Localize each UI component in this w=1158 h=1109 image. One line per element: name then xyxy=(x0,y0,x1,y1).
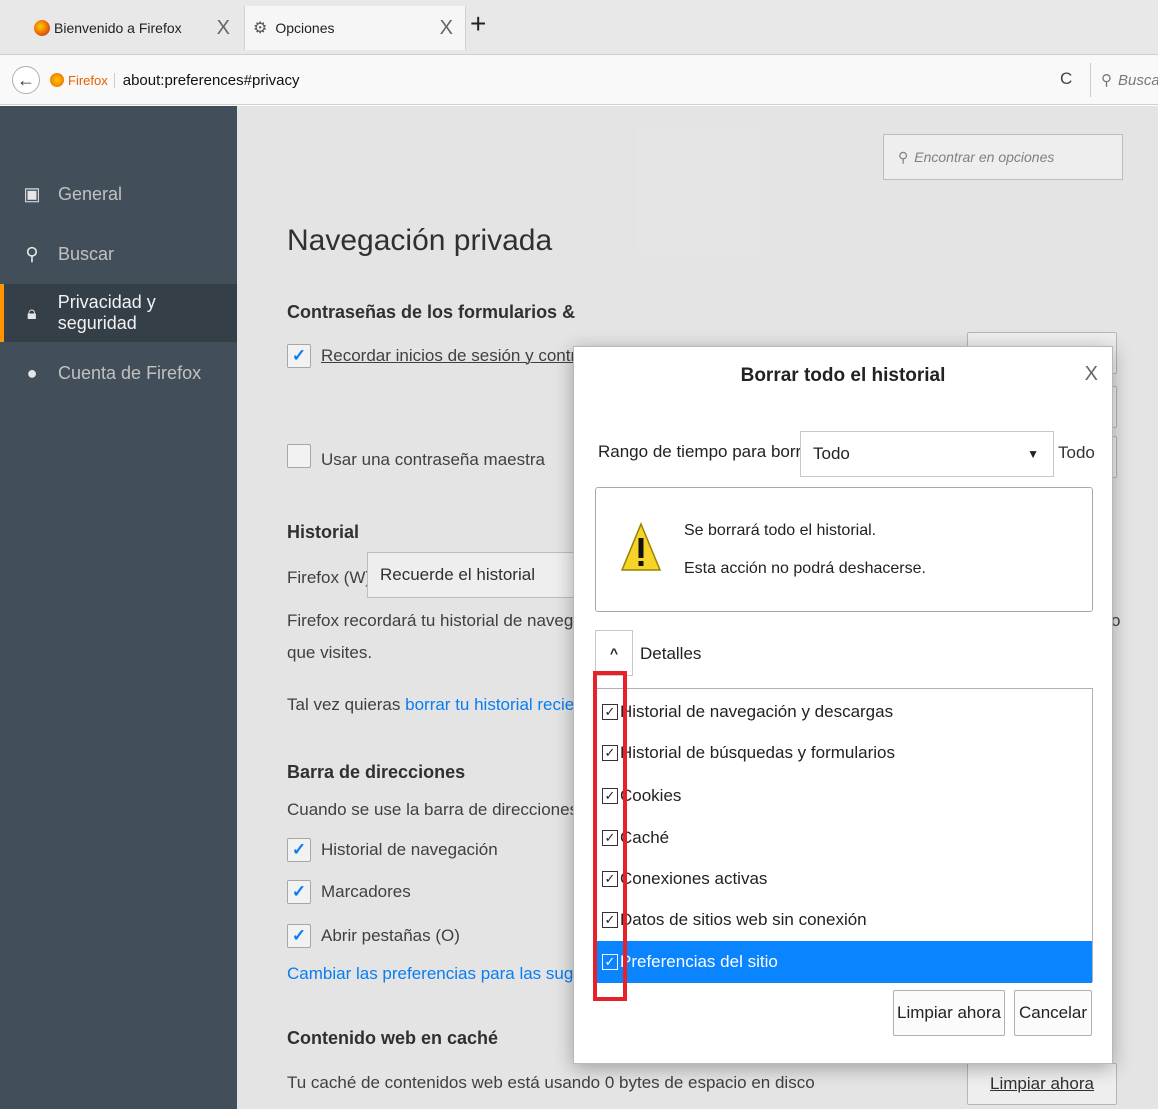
nav-bar: ← Firefox about:preferences#privacy C ⚲ … xyxy=(0,55,1158,105)
tab-bar: Bienvenido a Firefox X ⚙ Opciones X + xyxy=(0,0,1158,55)
list-item-label: Historial de navegación y descargas xyxy=(620,702,894,721)
time-range-select[interactable]: Todo ▼ xyxy=(800,431,1054,477)
clear-now-button[interactable]: Limpiar ahora xyxy=(893,990,1005,1036)
url-bar[interactable]: Firefox about:preferences#privacy xyxy=(50,63,1090,97)
identity-label: Firefox xyxy=(68,72,115,88)
list-item-label: Preferencias del sitio xyxy=(620,952,778,971)
gear-icon: ⚙ xyxy=(253,20,268,37)
list-item-offline-data[interactable]: ✓ Datos de sitios web sin conexión xyxy=(596,899,1092,941)
new-tab-button[interactable]: + xyxy=(470,10,486,38)
time-range-value: Todo xyxy=(813,444,850,463)
list-item-active-connections[interactable]: ✓ Conexiones activas xyxy=(596,858,1092,900)
search-input[interactable]: ⚲ Busca xyxy=(1090,63,1158,97)
dialog-title: Borrar todo el historial xyxy=(740,365,946,386)
search-placeholder: Busca xyxy=(1118,71,1158,89)
tab-welcome-label: Bienvenido a Firefox xyxy=(54,20,182,36)
sidebar: ▣ General ⚲ Buscar 🔒︎ Privacidad y segur… xyxy=(0,106,237,1109)
close-icon[interactable]: X xyxy=(1085,363,1098,386)
list-item-label: Datos de sitios web sin conexión xyxy=(620,910,867,929)
sidebar-item-label: Cuenta de Firefox xyxy=(58,362,202,383)
search-icon: ⚲ xyxy=(1101,72,1112,89)
tab-welcome[interactable]: Bienvenido a Firefox X xyxy=(32,8,242,48)
sidebar-item-label: Buscar xyxy=(58,243,115,264)
warning-line-2: Esta acción no podrá deshacerse. xyxy=(684,560,926,577)
back-button[interactable]: ← xyxy=(12,66,40,94)
list-item-label: Historial de búsquedas y formularios xyxy=(620,743,895,762)
chevron-up-icon: ^ xyxy=(609,645,619,661)
sidebar-item-general[interactable]: ▣ General xyxy=(0,165,237,223)
clear-items-list: ✓ Historial de navegación y descargas ✓ … xyxy=(595,688,1093,983)
close-tab-icon[interactable]: X xyxy=(440,17,453,40)
sidebar-item-label: Privacidad y seguridad xyxy=(57,292,156,333)
warning-box: Se borrará todo el historial. Esta acció… xyxy=(595,487,1093,612)
tab-options[interactable]: ⚙ Opciones X xyxy=(244,6,466,50)
sidebar-item-account[interactable]: ● Cuenta de Firefox xyxy=(0,344,237,402)
list-item-label: Cookies xyxy=(620,786,682,805)
checkbox-highlight-annotation xyxy=(593,671,627,1001)
cancel-button[interactable]: Cancelar xyxy=(1014,990,1092,1036)
firefox-logo-icon xyxy=(34,20,50,36)
account-icon: ● xyxy=(26,362,38,383)
list-item-cache[interactable]: ✓ Caché xyxy=(596,817,1092,859)
clear-history-dialog: Borrar todo el historial X Rango de tiem… xyxy=(573,346,1113,1064)
list-item-cookies[interactable]: ✓ Cookies xyxy=(596,775,1092,817)
list-item-browsing-history[interactable]: ✓ Historial de navegación y descargas xyxy=(596,691,1092,733)
warning-icon xyxy=(620,522,662,571)
time-range-extra: Todo xyxy=(1058,443,1095,462)
sidebar-item-search[interactable]: ⚲ Buscar xyxy=(0,225,237,283)
details-toggle-button[interactable]: ^ xyxy=(595,630,633,676)
url-text: about:preferences#privacy xyxy=(122,71,300,89)
firefox-identity-icon xyxy=(50,73,64,87)
tab-options-label: Opciones xyxy=(275,20,335,36)
lock-icon: 🔒︎ xyxy=(27,302,37,323)
dropdown-arrow-icon: ▼ xyxy=(1027,447,1039,461)
warning-line-1: Se borrará todo el historial. xyxy=(684,522,877,539)
sidebar-item-label: General xyxy=(58,183,123,204)
list-item-label: Conexiones activas xyxy=(620,869,768,888)
close-tab-icon[interactable]: X xyxy=(217,17,230,40)
sidebar-item-privacy[interactable]: 🔒︎ Privacidad y seguridad xyxy=(0,284,237,342)
list-item-label: Caché xyxy=(620,828,670,847)
general-icon: ▣ xyxy=(23,183,41,204)
details-label: Detalles xyxy=(640,644,702,663)
time-range-label: Rango de tiempo para borrar: xyxy=(598,442,822,461)
list-item-search-history[interactable]: ✓ Historial de búsquedas y formularios xyxy=(596,732,1092,774)
reload-icon[interactable]: C xyxy=(1060,69,1072,89)
search-icon: ⚲ xyxy=(25,243,39,264)
list-item-site-preferences[interactable]: ✓ Preferencias del sitio xyxy=(596,941,1092,983)
